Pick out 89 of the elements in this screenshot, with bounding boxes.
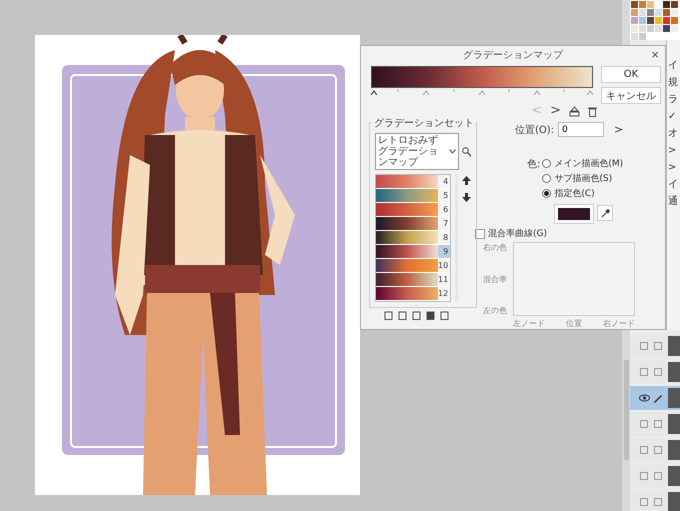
panel-label: 規 [668, 77, 679, 88]
close-button[interactable]: × [649, 47, 661, 62]
gradient-swatch [376, 203, 438, 216]
layer-thumbnail [668, 440, 680, 460]
scrollbar-thumb[interactable] [624, 360, 628, 460]
layer-row[interactable] [630, 334, 680, 358]
gradient-preset[interactable]: 11 [376, 273, 450, 287]
color-label: 色: [527, 158, 540, 172]
gradient-preset[interactable]: 12 [376, 287, 450, 301]
gradient-set-dropdown[interactable]: レトロおみずグラデーションマップ [375, 133, 459, 170]
gradient-preset[interactable]: 9 [376, 245, 450, 259]
panel-label: ラ [668, 94, 679, 105]
radio-button[interactable] [542, 174, 552, 183]
layer-row[interactable] [630, 464, 680, 488]
layer-row[interactable] [630, 490, 680, 511]
gradient-bar[interactable] [371, 66, 593, 88]
gradient-preset[interactable]: 4 [376, 175, 450, 189]
gradient-nodes-drawing[interactable] [371, 88, 593, 96]
color-swatch[interactable] [555, 205, 593, 223]
gradient-swatch [376, 217, 438, 230]
layer-thumbnail [668, 466, 680, 486]
gradient-swatch [376, 175, 438, 188]
visibility-toggle[interactable] [638, 418, 650, 430]
layer-thumbnail [668, 492, 680, 511]
color-radio-option[interactable]: サブ描画色(S) [542, 172, 624, 185]
layer-thumbnail [668, 388, 680, 408]
radio-button[interactable] [542, 189, 552, 198]
layer-row[interactable] [630, 412, 680, 436]
gradient-preset[interactable]: 10 [376, 259, 450, 273]
cancel-button[interactable]: キャンセル [601, 87, 661, 104]
up-arrow-icon[interactable] [462, 176, 471, 185]
lock-toggle[interactable] [652, 444, 664, 456]
color-radio-option[interactable]: 指定色(C) [542, 187, 624, 200]
panel-label: イ [668, 179, 679, 190]
layer-row[interactable] [630, 360, 680, 384]
layer-row[interactable] [630, 386, 680, 410]
caret-icon[interactable] [448, 149, 456, 154]
group-title: グラデーションセット [372, 116, 476, 130]
visibility-toggle[interactable] [638, 496, 650, 508]
panel-label: オ [668, 128, 679, 139]
eye-icon[interactable] [638, 392, 650, 404]
panel-label: イ [668, 60, 679, 71]
axis-label: 位置 [566, 318, 582, 329]
gradient-preset[interactable]: 7 [376, 217, 450, 231]
down-arrow-icon[interactable] [462, 193, 471, 202]
lock-toggle[interactable] [652, 366, 664, 378]
axis-label: 右ノード [603, 318, 635, 329]
position-label: 位置(O): [515, 124, 554, 136]
panel-label: 通 [668, 196, 679, 207]
dialog-title: グラデーションマップ [463, 48, 563, 62]
layer-thumbnail [668, 336, 680, 356]
ok-button[interactable]: OK [601, 66, 661, 83]
checkbox[interactable] [475, 228, 485, 238]
lock-toggle[interactable] [652, 470, 664, 482]
lock-toggle[interactable] [652, 496, 664, 508]
pen-icon[interactable] [652, 392, 664, 404]
position-field[interactable]: 0 [558, 122, 604, 137]
layer-row[interactable] [630, 438, 680, 462]
next-button[interactable]: > [614, 123, 624, 136]
color-palette-drawing[interactable] [630, 0, 680, 40]
lock-toggle[interactable] [652, 340, 664, 352]
curve-checkbox[interactable]: 混合率曲線(G) [475, 227, 665, 240]
gradient-swatch [376, 273, 438, 286]
gradient-swatch [376, 231, 438, 244]
panel-label: ✓ [668, 111, 678, 122]
gradient-preset[interactable]: 8 [376, 231, 450, 245]
axis-label: 混合率 [483, 274, 508, 284]
panel-label: > [668, 145, 678, 156]
visibility-toggle[interactable] [638, 366, 650, 378]
gradient-preset[interactable]: 5 [376, 189, 450, 203]
layer-thumbnail [668, 414, 680, 434]
radio-button[interactable] [542, 159, 552, 168]
gradient-preset[interactable]: 6 [376, 203, 450, 217]
lock-toggle[interactable] [652, 418, 664, 430]
layer-thumbnail [668, 362, 680, 382]
axis-label: 左の色 [483, 305, 508, 316]
visibility-toggle[interactable] [638, 340, 650, 352]
visibility-toggle[interactable] [638, 470, 650, 482]
axis-label: 右の色 [483, 242, 508, 253]
gradient-swatch [376, 245, 438, 258]
eyedropper-icon[interactable] [597, 205, 613, 221]
panel-label: > [668, 162, 678, 173]
gradient-swatch [376, 287, 438, 300]
gradient-swatch [376, 189, 438, 202]
visibility-toggle[interactable] [638, 444, 650, 456]
gradient-swatch [376, 259, 438, 272]
color-radio-option[interactable]: メイン描画色(M) [542, 157, 624, 170]
axis-label: 左ノード [513, 318, 545, 329]
next-node-button[interactable]: > [550, 104, 561, 118]
